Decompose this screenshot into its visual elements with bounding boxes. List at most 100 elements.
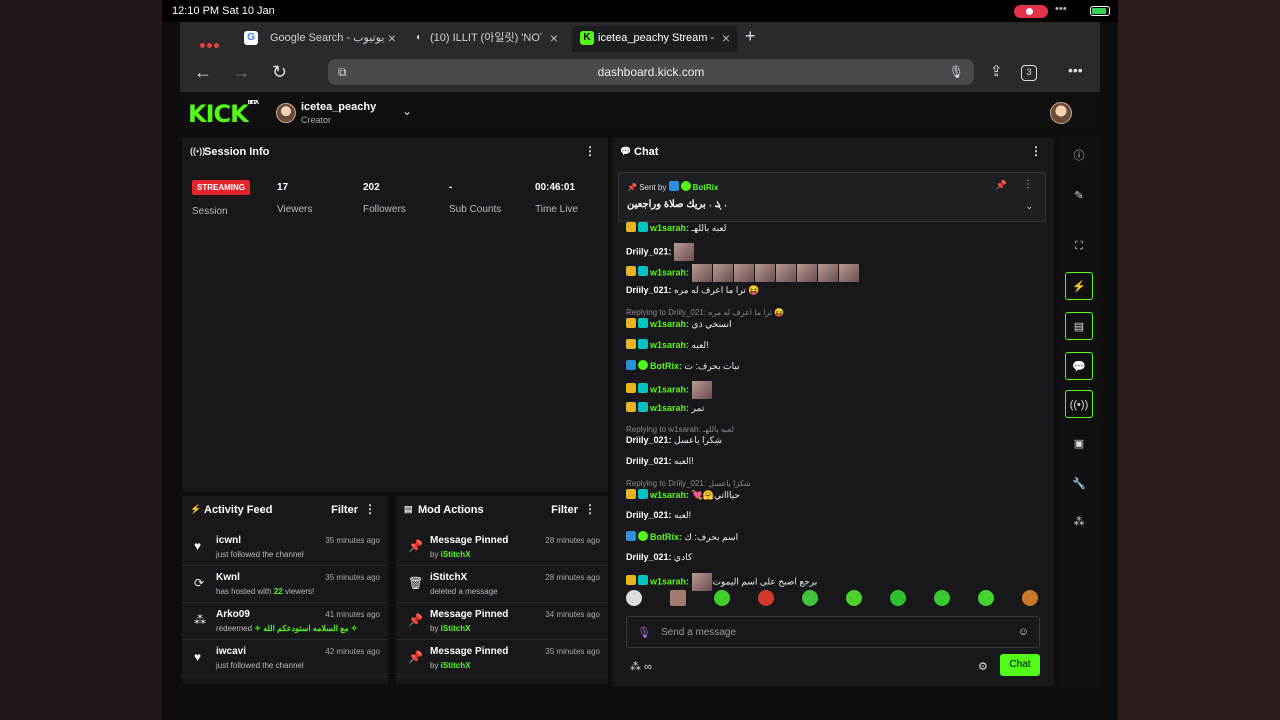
chat-message[interactable]: Driily_021: لعبه! [626, 510, 691, 521]
chat-username[interactable]: w1sarah: [650, 319, 689, 329]
layout-icon[interactable]: ▣ [1065, 430, 1093, 458]
chat-message[interactable]: BotRix: نبات بحرف: ت [626, 360, 740, 372]
emote-icon[interactable] [934, 590, 950, 606]
channel-name[interactable]: icetea_peachy [301, 101, 376, 113]
chat-message[interactable]: Driily_021: [626, 243, 695, 261]
chat-message[interactable]: w1sarah: [626, 264, 860, 282]
user-avatar[interactable] [1050, 102, 1072, 124]
emote-icon[interactable] [714, 590, 730, 606]
close-icon[interactable]: × [550, 26, 558, 50]
chat-username[interactable]: w1sarah: [650, 340, 689, 350]
emote-icon[interactable] [1022, 590, 1038, 606]
moderator-name[interactable]: iStitchX [441, 661, 471, 670]
activity-user[interactable]: icwnl [216, 535, 241, 546]
notes-icon[interactable]: ▤ [1065, 312, 1093, 340]
moderator-name[interactable]: iStitchX [441, 550, 471, 559]
forward-button[interactable]: → [232, 62, 250, 83]
emote-icon[interactable] [802, 590, 818, 606]
microphone-icon[interactable]: 🎙 [949, 59, 964, 85]
more-options-icon[interactable]: ⋮ [584, 502, 596, 516]
chat-message[interactable]: Driily_021: شكرا ياعسل [626, 435, 722, 446]
kick-logo[interactable]: KICKBETA [188, 100, 259, 128]
chat-message[interactable]: w1sarah: انسخي ذي [626, 318, 731, 330]
activity-user[interactable]: Arko09 [216, 609, 250, 620]
more-options-icon[interactable]: ⋮ [364, 502, 376, 516]
tab-illit[interactable]: ◐ (10) ILLIT (아일릿) 'NOT × [412, 26, 558, 52]
gear-icon[interactable]: ⚙ [978, 660, 988, 673]
window-controls[interactable] [200, 35, 221, 53]
filter-button[interactable]: Filter [551, 504, 578, 516]
moderator-name[interactable]: iStitchX [441, 624, 471, 633]
info-icon[interactable]: ⓘ [1065, 142, 1093, 170]
tab-google-search[interactable]: G Google Search - يوتيوب × [244, 26, 396, 52]
tab-overview-button[interactable]: 3 [1021, 65, 1037, 81]
pinned-author[interactable]: BotRix [693, 183, 719, 192]
points-icon[interactable]: ⁂ ∞ [630, 660, 652, 673]
activity-user[interactable]: Kwnl [216, 572, 240, 583]
emoji-icon[interactable]: ☺ [1018, 626, 1029, 638]
chat-message[interactable]: Driily_021: ترا ما اعرف له مره 😝 [626, 285, 760, 296]
emote-icon[interactable] [758, 590, 774, 606]
sent-by-label: Sent by [639, 183, 667, 192]
pencil-icon[interactable]: ✎ [1065, 182, 1093, 210]
chat-message[interactable]: w1sarah: لعبه! [626, 339, 709, 351]
more-options-icon[interactable]: ⋮ [1023, 179, 1033, 190]
chat-icon[interactable]: 💬 [1065, 352, 1093, 380]
chat-username[interactable]: Driily_021: [626, 552, 672, 562]
fullscreen-icon[interactable]: ⛶ [1065, 232, 1093, 260]
channel-avatar[interactable] [276, 103, 296, 123]
chat-username[interactable]: w1sarah: [650, 403, 689, 413]
tab-kick-stream[interactable]: K icetea_peachy Stream - × [572, 26, 738, 52]
chat-message[interactable]: w1sarah: 💘🤗حياااتي [626, 489, 740, 501]
chat-username[interactable]: w1sarah: [650, 576, 689, 586]
chat-username[interactable]: w1sarah: [650, 384, 689, 394]
chat-message[interactable]: BotRix: اسم بحرف: ك [626, 531, 738, 543]
chat-message[interactable]: Driily_021: كادي [626, 552, 692, 563]
chat-message[interactable]: Driily_021: العبه! [626, 456, 694, 467]
emote-icon[interactable] [890, 590, 906, 606]
chat-message[interactable]: w1sarah: برجع اصبح على اسم اليموت [626, 573, 817, 591]
more-options-icon[interactable]: ⋮ [584, 144, 596, 158]
chat-username[interactable]: Driily_021: [626, 246, 672, 256]
emote-icon[interactable] [626, 590, 642, 606]
broadcast-icon[interactable]: ((•)) [1065, 390, 1093, 418]
community-icon[interactable]: ⁂ [1065, 508, 1093, 536]
shield-icon[interactable]: ⧉ [338, 59, 347, 85]
microphone-icon[interactable]: 🎙 [637, 626, 651, 639]
chat-username[interactable]: Driily_021: [626, 456, 672, 466]
back-button[interactable]: ← [194, 62, 212, 83]
new-tab-button[interactable]: + [745, 26, 756, 47]
chat-message[interactable]: w1sarah: لعبه باللهـ [626, 222, 726, 234]
address-bar[interactable]: ⧉ dashboard.kick.com 🎙 [328, 59, 974, 85]
pinned-message[interactable]: 📌 Sent by BotRix ܓ ˓ بريك صلاة وراجعين ˒… [618, 172, 1046, 222]
wrench-icon[interactable]: 🔧 [1065, 470, 1093, 498]
chat-username[interactable]: BotRix: [650, 532, 682, 542]
emote-icon[interactable] [978, 590, 994, 606]
chat-username[interactable]: Driily_021: [626, 435, 672, 445]
message-input[interactable]: 🎙 Send a message ☺ [626, 616, 1040, 648]
chat-username[interactable]: Driily_021: [626, 510, 672, 520]
chat-username[interactable]: BotRix: [650, 361, 682, 371]
chat-username[interactable]: w1sarah: [650, 223, 689, 233]
chevron-down-icon[interactable]: ⌄ [402, 104, 412, 118]
send-chat-button[interactable]: Chat [1000, 654, 1040, 676]
more-options-icon[interactable]: ⋮ [1030, 144, 1042, 158]
filter-button[interactable]: Filter [331, 504, 358, 516]
activity-user[interactable]: iwcavi [216, 646, 246, 657]
close-icon[interactable]: × [388, 26, 396, 50]
mod-action-title[interactable]: iStitchX [430, 572, 467, 583]
emote-icon[interactable] [670, 590, 686, 606]
chat-message[interactable]: w1sarah: تمر [626, 402, 704, 414]
reload-button[interactable]: ↻ [272, 62, 287, 83]
chat-username[interactable]: Driily_021: [626, 285, 672, 295]
close-icon[interactable]: × [722, 26, 730, 50]
unpin-icon[interactable]: 📌 [996, 180, 1007, 191]
more-menu-button[interactable]: ••• [1068, 62, 1083, 78]
chat-message[interactable]: w1sarah: [626, 381, 713, 399]
quick-actions-icon[interactable]: ⚡ [1065, 272, 1093, 300]
chat-username[interactable]: w1sarah: [650, 490, 689, 500]
chat-username[interactable]: w1sarah: [650, 267, 689, 277]
emote-icon[interactable] [846, 590, 862, 606]
share-button[interactable]: ⇪ [990, 62, 1003, 80]
chevron-down-icon[interactable]: ⌄ [1025, 201, 1033, 212]
